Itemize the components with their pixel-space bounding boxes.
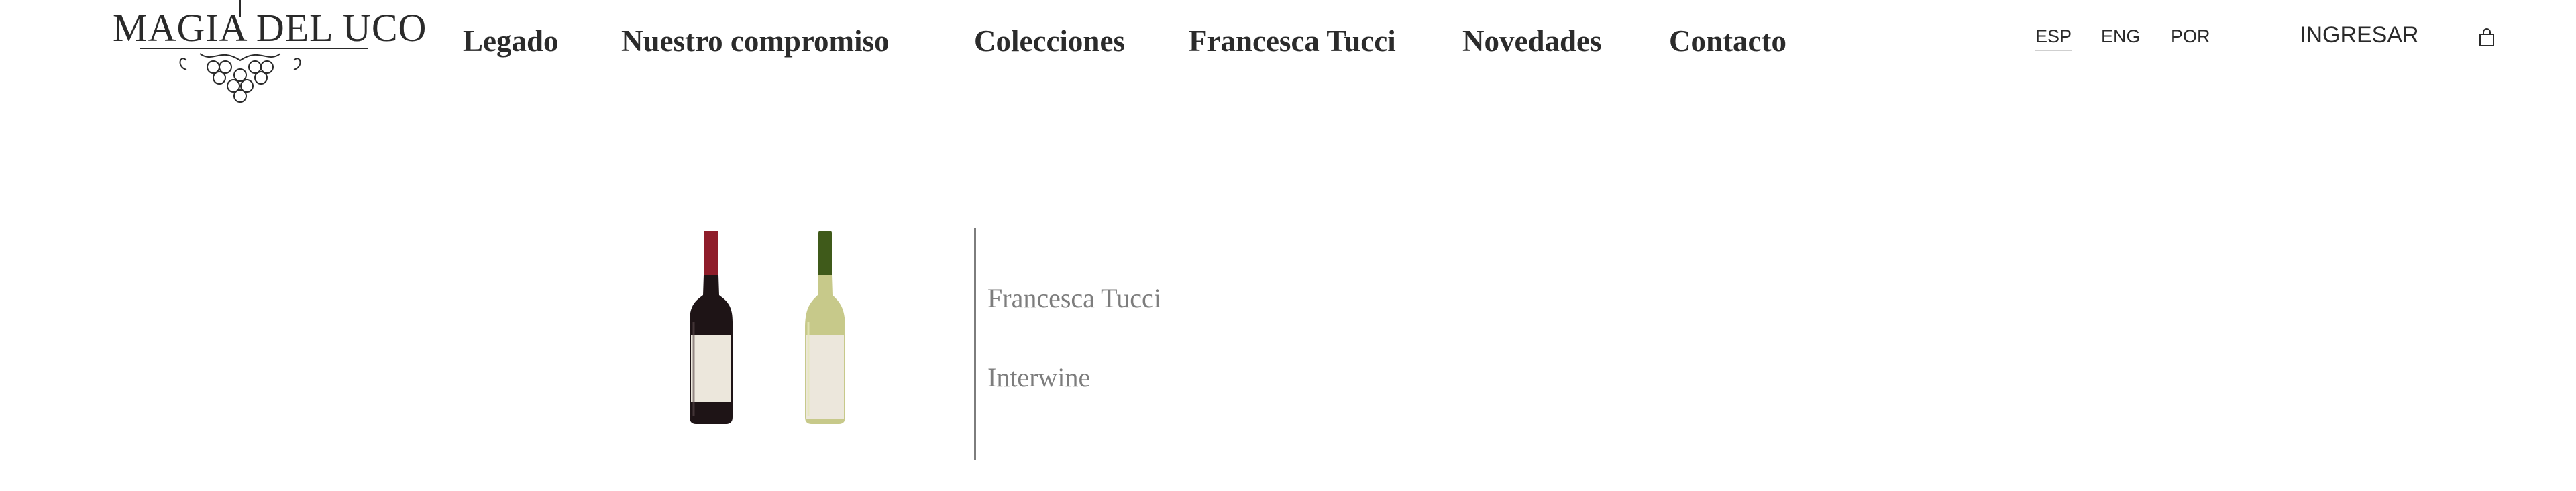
- language-por[interactable]: POR: [2171, 23, 2210, 50]
- grapes-emblem-icon: [140, 0, 368, 103]
- nav-item-novedades[interactable]: Novedades: [1462, 17, 1602, 64]
- brand-link-francesca-tucci[interactable]: Francesca Tucci: [987, 282, 1161, 315]
- shopping-bag-icon[interactable]: [2478, 28, 2496, 47]
- white-wine-bottle-icon[interactable]: [798, 228, 852, 429]
- site-header: MAGIA DEL UCO Legado Nuestro compromiso …: [0, 0, 2576, 114]
- nav-item-contacto[interactable]: Contacto: [1669, 17, 1786, 64]
- nav-item-colecciones[interactable]: Colecciones: [974, 17, 1125, 64]
- magia-del-uco-logo[interactable]: MAGIA DEL UCO: [113, 0, 426, 107]
- nav-item-francesca-tucci[interactable]: Francesca Tucci: [1189, 17, 1396, 64]
- nav-item-nuestro-compromiso[interactable]: Nuestro compromiso: [621, 17, 890, 64]
- nav-item-legado[interactable]: Legado: [463, 17, 559, 64]
- vertical-divider: [974, 228, 976, 460]
- language-eng[interactable]: ENG: [2101, 23, 2141, 50]
- product-bottles: [684, 228, 885, 429]
- language-esp[interactable]: ESP: [2035, 23, 2072, 51]
- red-wine-bottle-icon[interactable]: [684, 228, 738, 429]
- login-link[interactable]: INGRESAR: [2300, 20, 2419, 50]
- brand-link-interwine[interactable]: Interwine: [987, 361, 1090, 394]
